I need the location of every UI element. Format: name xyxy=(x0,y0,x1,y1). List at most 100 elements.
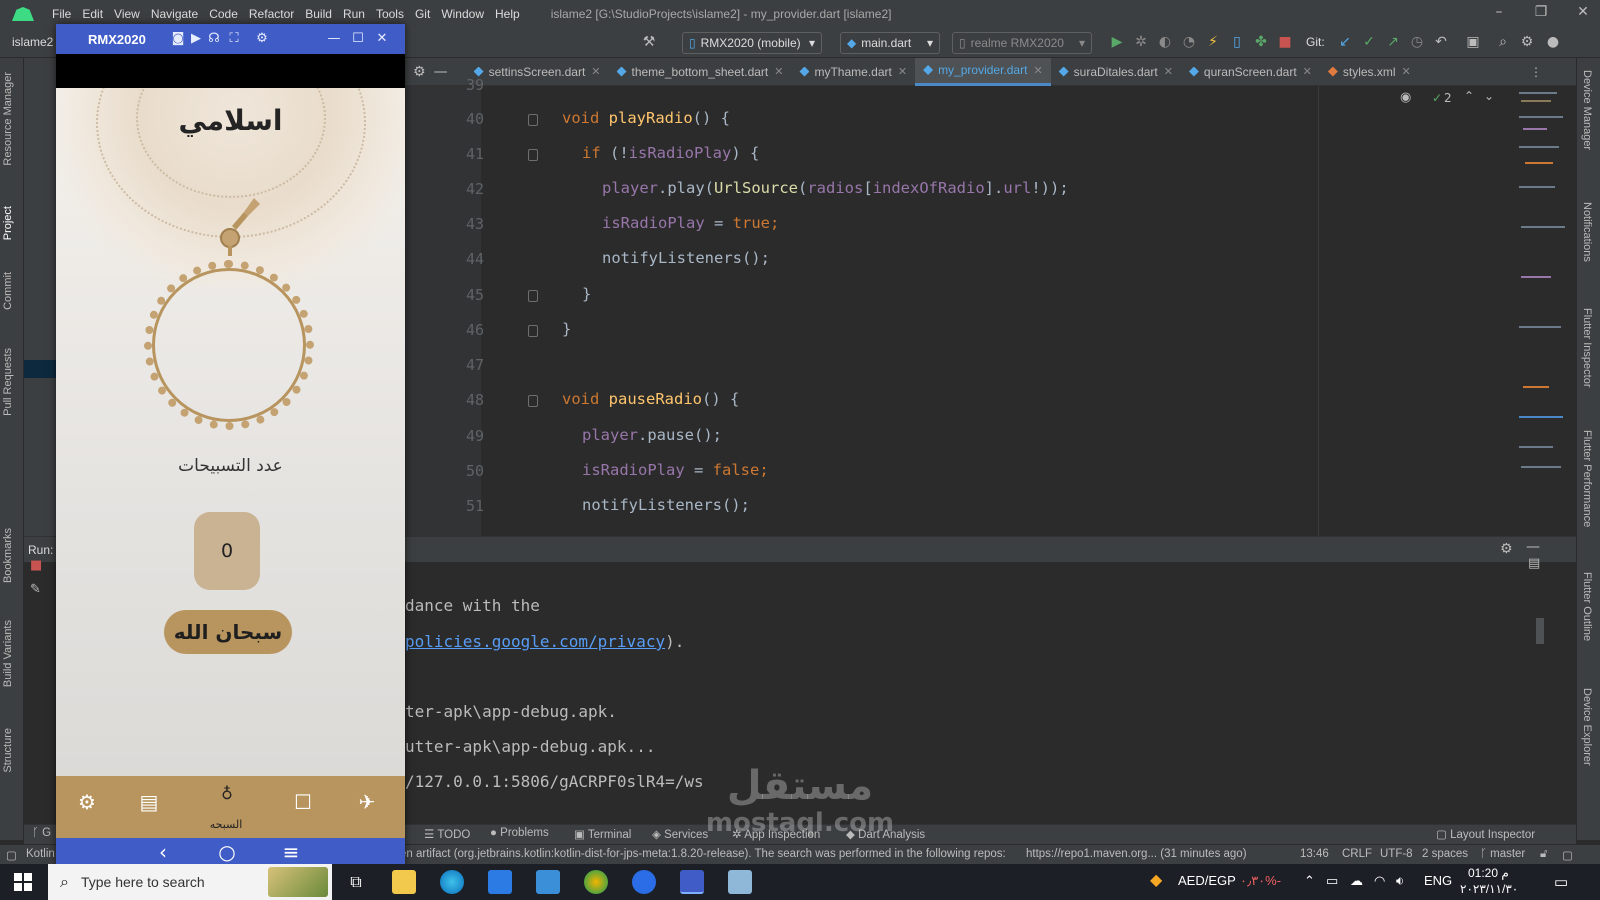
tool-services[interactable]: ◈ Services xyxy=(652,827,708,841)
code-editor[interactable] xyxy=(405,86,1576,536)
close-icon[interactable]: ✕ xyxy=(1303,65,1312,78)
menu-file[interactable]: File xyxy=(52,7,71,21)
tool-app-inspection[interactable]: ✲ App Inspection xyxy=(732,827,820,841)
gear-icon[interactable]: ⚙ xyxy=(413,64,426,80)
hot-reload-icon[interactable]: ⚡ xyxy=(1204,34,1222,50)
gear-icon[interactable]: ⚙ xyxy=(254,31,270,46)
maximize-icon[interactable]: ☐ xyxy=(350,31,366,46)
recents-icon[interactable]: ≡ xyxy=(276,840,306,864)
notification-icon[interactable]: ▭ xyxy=(1554,873,1568,891)
menu-view[interactable]: View xyxy=(114,7,140,21)
currency-pair[interactable]: AED/EGP xyxy=(1178,873,1236,888)
device-mirror-icon[interactable]: ▣ xyxy=(1464,34,1482,50)
tool-project[interactable]: Project xyxy=(2,206,14,240)
stop-run-icon[interactable]: ■ xyxy=(30,558,42,573)
wifi-icon[interactable]: ◠ xyxy=(1374,873,1385,889)
debug-icon[interactable]: ✲ xyxy=(1132,34,1150,50)
notepad-icon[interactable] xyxy=(728,870,752,894)
back-icon[interactable]: ‹ xyxy=(148,840,178,864)
project-breadcrumb[interactable]: islame2 xyxy=(12,35,53,49)
clock-date[interactable]: ٢٠٢٣/١١/٣٠ xyxy=(1460,882,1518,896)
rollback-icon[interactable]: ↶ xyxy=(1432,34,1450,50)
tool-flutter-outline[interactable]: Flutter Outline xyxy=(1581,572,1593,641)
menu-navigate[interactable]: Navigate xyxy=(151,7,198,21)
tool-todo[interactable]: ☰ TODO xyxy=(424,827,470,841)
target-device-selector[interactable]: ▯ realme RMX2020 ▾ xyxy=(952,32,1092,54)
code-minimap[interactable] xyxy=(1515,86,1573,536)
task-view-icon[interactable]: ⧉ xyxy=(344,870,368,894)
tab-quran-screen[interactable]: quranScreen.dart ✕ xyxy=(1181,58,1320,86)
tool-dart-analysis[interactable]: ◆ Dart Analysis xyxy=(846,827,925,841)
tasbeeh-button[interactable]: سبحان الله xyxy=(164,610,292,654)
tool-build-variants[interactable]: Build Variants xyxy=(2,620,14,687)
device-selector[interactable]: ▯ RMX2020 (mobile) ▾ xyxy=(682,32,822,54)
tool-commit[interactable]: Commit xyxy=(2,272,14,310)
gear-icon[interactable]: ⚙ xyxy=(1500,541,1513,557)
tool-flutter-performance[interactable]: Flutter Performance xyxy=(1581,430,1593,527)
tool-resource-manager[interactable]: Resource Manager xyxy=(2,72,14,166)
tab-theme-bottom-sheet[interactable]: theme_bottom_sheet.dart ✕ xyxy=(609,58,792,86)
store-icon[interactable] xyxy=(488,870,512,894)
battery-icon[interactable]: ▭ xyxy=(1326,873,1338,889)
menu-tools[interactable]: Tools xyxy=(376,7,404,21)
language-indicator[interactable]: ENG xyxy=(1424,873,1452,888)
inspection-check-icon[interactable]: ✓ xyxy=(1432,91,1442,105)
windows-start-icon[interactable] xyxy=(14,873,32,891)
nav-quran-book-icon[interactable]: ☐ xyxy=(288,790,318,814)
line-separator[interactable]: CRLF xyxy=(1342,848,1372,860)
tool-git-partial[interactable]: ᚴ G xyxy=(32,827,51,839)
fold-marker-icon[interactable] xyxy=(528,395,538,407)
volume-icon[interactable]: 🔉︎ xyxy=(1396,873,1404,889)
gear-icon[interactable]: ⚙ xyxy=(1518,34,1536,50)
file-encoding[interactable]: UTF-8 xyxy=(1380,848,1413,860)
git-branch[interactable]: ᚴ master xyxy=(1480,848,1525,860)
hide-icon[interactable]: — xyxy=(1526,539,1540,555)
fullscreen-icon[interactable]: ⛶ xyxy=(226,31,242,46)
close-icon[interactable]: ✕ xyxy=(374,31,390,46)
indent-setting[interactable]: 2 spaces xyxy=(1422,848,1468,860)
tool-bookmarks[interactable]: Bookmarks xyxy=(2,528,14,583)
menu-refactor[interactable]: Refactor xyxy=(249,7,294,21)
menu-code[interactable]: Code xyxy=(209,7,238,21)
tool-pull-requests[interactable]: Pull Requests xyxy=(2,348,14,416)
tool-device-explorer[interactable]: Device Explorer xyxy=(1581,688,1593,766)
close-icon[interactable]: ✕ xyxy=(1568,4,1598,20)
android-studio-taskbar-icon[interactable] xyxy=(680,870,704,894)
home-icon[interactable]: ○ xyxy=(212,840,242,864)
chrome-icon[interactable] xyxy=(584,870,608,894)
tool-problems[interactable]: ● Problems xyxy=(490,827,549,839)
nav-hadith-icon[interactable]: ✈ xyxy=(352,790,382,814)
fold-marker-icon[interactable] xyxy=(528,149,538,161)
close-icon[interactable]: ✕ xyxy=(774,65,783,78)
taskbar-search[interactable]: ⌕ Type here to search xyxy=(48,864,332,900)
layout-icon[interactable]: ▤ xyxy=(1528,556,1540,571)
console-scrollbar[interactable] xyxy=(1536,618,1544,644)
headphones-icon[interactable]: ☊ xyxy=(206,31,222,46)
run-config-selector[interactable]: ◆ main.dart ▾ xyxy=(840,32,940,54)
coverage-icon[interactable]: ◐ xyxy=(1156,34,1174,50)
menu-window[interactable]: Window xyxy=(441,7,484,21)
git-commit-icon[interactable]: ✓ xyxy=(1360,34,1378,50)
close-icon[interactable]: ✕ xyxy=(1402,65,1411,78)
minimize-icon[interactable]: – xyxy=(1484,4,1514,20)
git-update-icon[interactable]: ↙ xyxy=(1336,34,1354,50)
tab-my-provider[interactable]: my_provider.dart ✕ xyxy=(915,57,1051,86)
video-icon[interactable]: ▶ xyxy=(188,31,204,46)
close-icon[interactable]: ✕ xyxy=(1033,64,1042,77)
menu-run[interactable]: Run xyxy=(343,7,365,21)
search-icon[interactable]: ⌕ xyxy=(1494,34,1512,50)
tab-sura-ditales[interactable]: suraDitales.dart ✕ xyxy=(1051,58,1181,86)
edge-icon[interactable] xyxy=(440,870,464,894)
stop-icon[interactable]: ■ xyxy=(1276,34,1294,50)
hide-icon[interactable]: — xyxy=(434,64,448,80)
nav-settings-gear-icon[interactable]: ⚙ xyxy=(72,790,102,814)
tool-notifications[interactable]: Notifications xyxy=(1581,202,1593,262)
tab-my-thame[interactable]: myThame.dart ✕ xyxy=(791,58,915,86)
square-icon[interactable]: ▢ xyxy=(6,848,17,862)
close-icon[interactable]: ✕ xyxy=(591,65,600,78)
pin-icon[interactable]: ✎ xyxy=(30,582,41,597)
tool-device-manager[interactable]: Device Manager xyxy=(1581,70,1593,150)
history-icon[interactable]: ◷ xyxy=(1408,34,1426,50)
tool-terminal[interactable]: ▣ Terminal xyxy=(574,827,631,841)
camera-icon[interactable]: ◙ xyxy=(170,31,186,46)
